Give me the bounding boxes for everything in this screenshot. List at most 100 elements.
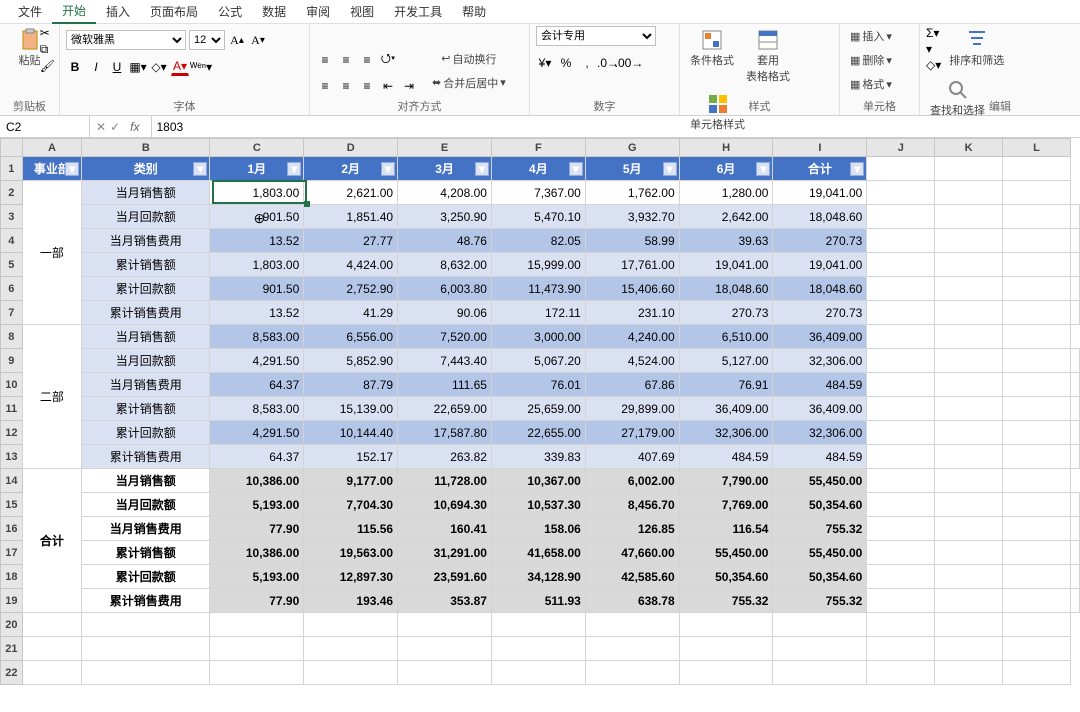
data-cell[interactable]: 8,456.70 xyxy=(585,493,679,517)
data-cell[interactable]: 18,048.60 xyxy=(773,205,867,229)
data-cell[interactable]: 270.73 xyxy=(679,301,773,325)
data-cell[interactable]: 19,041.00 xyxy=(773,253,867,277)
data-cell[interactable]: 4,291.50 xyxy=(210,421,304,445)
col-header-K[interactable]: K xyxy=(935,139,1003,157)
cell[interactable] xyxy=(1071,277,1080,301)
cell[interactable] xyxy=(867,253,935,277)
cell[interactable] xyxy=(867,205,935,229)
data-cell[interactable]: 8,583.00 xyxy=(210,397,304,421)
indent-increase-icon[interactable]: ⇥ xyxy=(400,77,418,95)
format-painter-icon[interactable]: 🖌 xyxy=(40,59,55,73)
data-cell[interactable]: 41,658.00 xyxy=(491,541,585,565)
data-cell[interactable]: 77.90 xyxy=(210,589,304,613)
bold-button[interactable]: B xyxy=(66,58,84,76)
data-cell[interactable]: 12,897.30 xyxy=(304,565,398,589)
data-cell[interactable]: 6,510.00 xyxy=(679,325,773,349)
cell[interactable] xyxy=(773,661,867,685)
cell[interactable] xyxy=(1071,517,1080,541)
cell[interactable] xyxy=(867,541,935,565)
table-header[interactable]: 6月▾ xyxy=(679,157,773,181)
cell[interactable] xyxy=(1003,277,1071,301)
cell[interactable] xyxy=(935,565,1003,589)
data-cell[interactable]: 64.37 xyxy=(210,445,304,469)
table-header[interactable]: 4月▾ xyxy=(491,157,585,181)
filter-icon[interactable]: ▾ xyxy=(475,162,489,176)
cancel-formula-icon[interactable]: ✕ xyxy=(96,120,106,134)
cell[interactable] xyxy=(935,421,1003,445)
cell[interactable] xyxy=(1071,493,1080,517)
decrease-font-icon[interactable]: A▾ xyxy=(249,31,267,49)
category-cell[interactable]: 累计销售费用 xyxy=(82,301,210,325)
data-cell[interactable]: 27.77 xyxy=(304,229,398,253)
cell[interactable] xyxy=(1003,181,1071,205)
data-cell[interactable]: 15,139.00 xyxy=(304,397,398,421)
data-cell[interactable]: 339.83 xyxy=(491,445,585,469)
cell[interactable] xyxy=(1003,445,1071,469)
data-cell[interactable]: 111.65 xyxy=(398,373,492,397)
category-cell[interactable]: 当月销售费用 xyxy=(82,373,210,397)
data-cell[interactable]: 9,177.00 xyxy=(304,469,398,493)
data-cell[interactable]: 29,899.00 xyxy=(585,397,679,421)
table-format-button[interactable]: 套用 表格格式 xyxy=(742,26,794,86)
cell[interactable] xyxy=(1003,301,1071,325)
cell[interactable] xyxy=(1071,589,1080,613)
data-cell[interactable]: 23,591.60 xyxy=(398,565,492,589)
data-cell[interactable]: 17,761.00 xyxy=(585,253,679,277)
data-cell[interactable]: 638.78 xyxy=(585,589,679,613)
data-cell[interactable]: 34,128.90 xyxy=(491,565,585,589)
cell[interactable] xyxy=(867,613,935,637)
data-cell[interactable]: 55,450.00 xyxy=(679,541,773,565)
data-cell[interactable]: 41.29 xyxy=(304,301,398,325)
font-name-select[interactable]: 微软雅黑 xyxy=(66,30,186,50)
increase-font-icon[interactable]: A▴ xyxy=(228,31,246,49)
cell[interactable] xyxy=(585,637,679,661)
cell[interactable] xyxy=(935,253,1003,277)
data-cell[interactable]: 1,851.40 xyxy=(304,205,398,229)
cell[interactable] xyxy=(1071,373,1080,397)
cell[interactable] xyxy=(1003,373,1071,397)
fill-color-button[interactable]: ◇▾ xyxy=(150,58,168,76)
col-header-D[interactable]: D xyxy=(304,139,398,157)
data-cell[interactable]: 263.82 xyxy=(398,445,492,469)
data-cell[interactable]: 32,306.00 xyxy=(773,349,867,373)
table-header[interactable]: 类别▾ xyxy=(82,157,210,181)
data-cell[interactable]: 22,655.00 xyxy=(491,421,585,445)
font-color-button[interactable]: A▾ xyxy=(171,58,189,76)
data-cell[interactable]: 67.86 xyxy=(585,373,679,397)
menubar-item-2[interactable]: 插入 xyxy=(96,0,140,23)
table-header[interactable]: 3月▾ xyxy=(398,157,492,181)
category-cell[interactable]: 累计回款额 xyxy=(82,421,210,445)
row-header-14[interactable]: 14 xyxy=(1,469,23,493)
percent-icon[interactable]: % xyxy=(557,54,575,72)
data-cell[interactable]: 231.10 xyxy=(585,301,679,325)
cell[interactable] xyxy=(1003,517,1071,541)
row-header-11[interactable]: 11 xyxy=(1,397,23,421)
data-cell[interactable]: 31,291.00 xyxy=(398,541,492,565)
row-header-18[interactable]: 18 xyxy=(1,565,23,589)
table-header[interactable]: 事业部▾ xyxy=(22,157,81,181)
data-cell[interactable]: 32,306.00 xyxy=(679,421,773,445)
cell[interactable] xyxy=(82,613,210,637)
data-cell[interactable]: 39.63 xyxy=(679,229,773,253)
cell[interactable] xyxy=(867,637,935,661)
cell[interactable] xyxy=(935,229,1003,253)
cell[interactable] xyxy=(1003,397,1071,421)
row-header-4[interactable]: 4 xyxy=(1,229,23,253)
col-header-F[interactable]: F xyxy=(491,139,585,157)
data-cell[interactable]: 2,642.00 xyxy=(679,205,773,229)
data-cell[interactable]: 15,406.60 xyxy=(585,277,679,301)
row-header-17[interactable]: 17 xyxy=(1,541,23,565)
category-cell[interactable]: 当月销售额 xyxy=(82,325,210,349)
copy-icon[interactable]: ⧉ xyxy=(40,42,55,57)
row-header-5[interactable]: 5 xyxy=(1,253,23,277)
data-cell[interactable]: 193.46 xyxy=(304,589,398,613)
data-cell[interactable]: 270.73 xyxy=(773,229,867,253)
data-cell[interactable]: 10,386.00 xyxy=(210,469,304,493)
cell[interactable] xyxy=(935,613,1003,637)
cell[interactable] xyxy=(867,469,935,493)
row-header-21[interactable]: 21 xyxy=(1,637,23,661)
dept-cell[interactable]: 一部 xyxy=(22,181,81,325)
cell[interactable] xyxy=(1071,397,1080,421)
cell[interactable] xyxy=(491,613,585,637)
dept-cell[interactable]: 合计 xyxy=(22,469,81,613)
